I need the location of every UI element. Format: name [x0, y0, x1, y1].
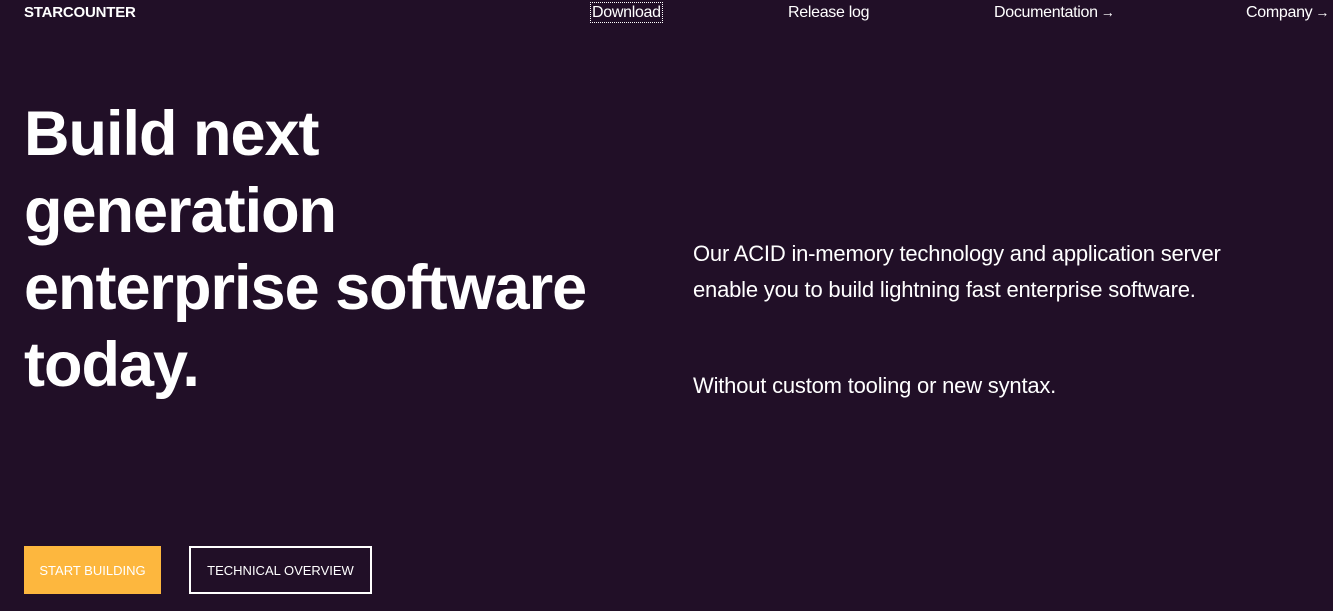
nav-documentation-link[interactable]: Documentation →	[994, 3, 1115, 22]
nav-company-link[interactable]: Company →	[1246, 3, 1329, 22]
hero-sub-text: Without custom tooling or new syntax.	[693, 373, 1057, 398]
hero-headline: Build next generation enterprise softwar…	[24, 96, 644, 404]
nav-company-label: Company	[1246, 4, 1313, 21]
hero-headline-line: enterprise software	[24, 253, 587, 323]
nav-documentation-label: Documentation	[994, 4, 1098, 21]
arrow-right-icon: →	[1315, 4, 1330, 20]
page: STARCOUNTER Download Release log Documen…	[0, 0, 1333, 611]
nav-download-link[interactable]: Download	[590, 2, 663, 23]
arrow-right-icon: →	[1100, 4, 1115, 20]
nav-download-label: Download	[592, 4, 661, 21]
hero-headline-line: today.	[24, 330, 200, 400]
hero-headline-line: Build next	[24, 99, 320, 169]
brand-logo[interactable]: STARCOUNTER	[24, 4, 136, 22]
top-navigation: STARCOUNTER Download Release log Documen…	[0, 0, 1333, 28]
nav-release-log-link[interactable]: Release log	[788, 3, 870, 22]
hero-lead-text: Our ACID in-memory technology and applic…	[693, 241, 1221, 302]
start-building-button[interactable]: START BUILDING	[24, 546, 161, 594]
nav-release-log-label: Release log	[788, 4, 870, 21]
hero-headline-line: generation	[24, 176, 337, 246]
technical-overview-button[interactable]: TECHNICAL OVERVIEW	[189, 546, 372, 594]
